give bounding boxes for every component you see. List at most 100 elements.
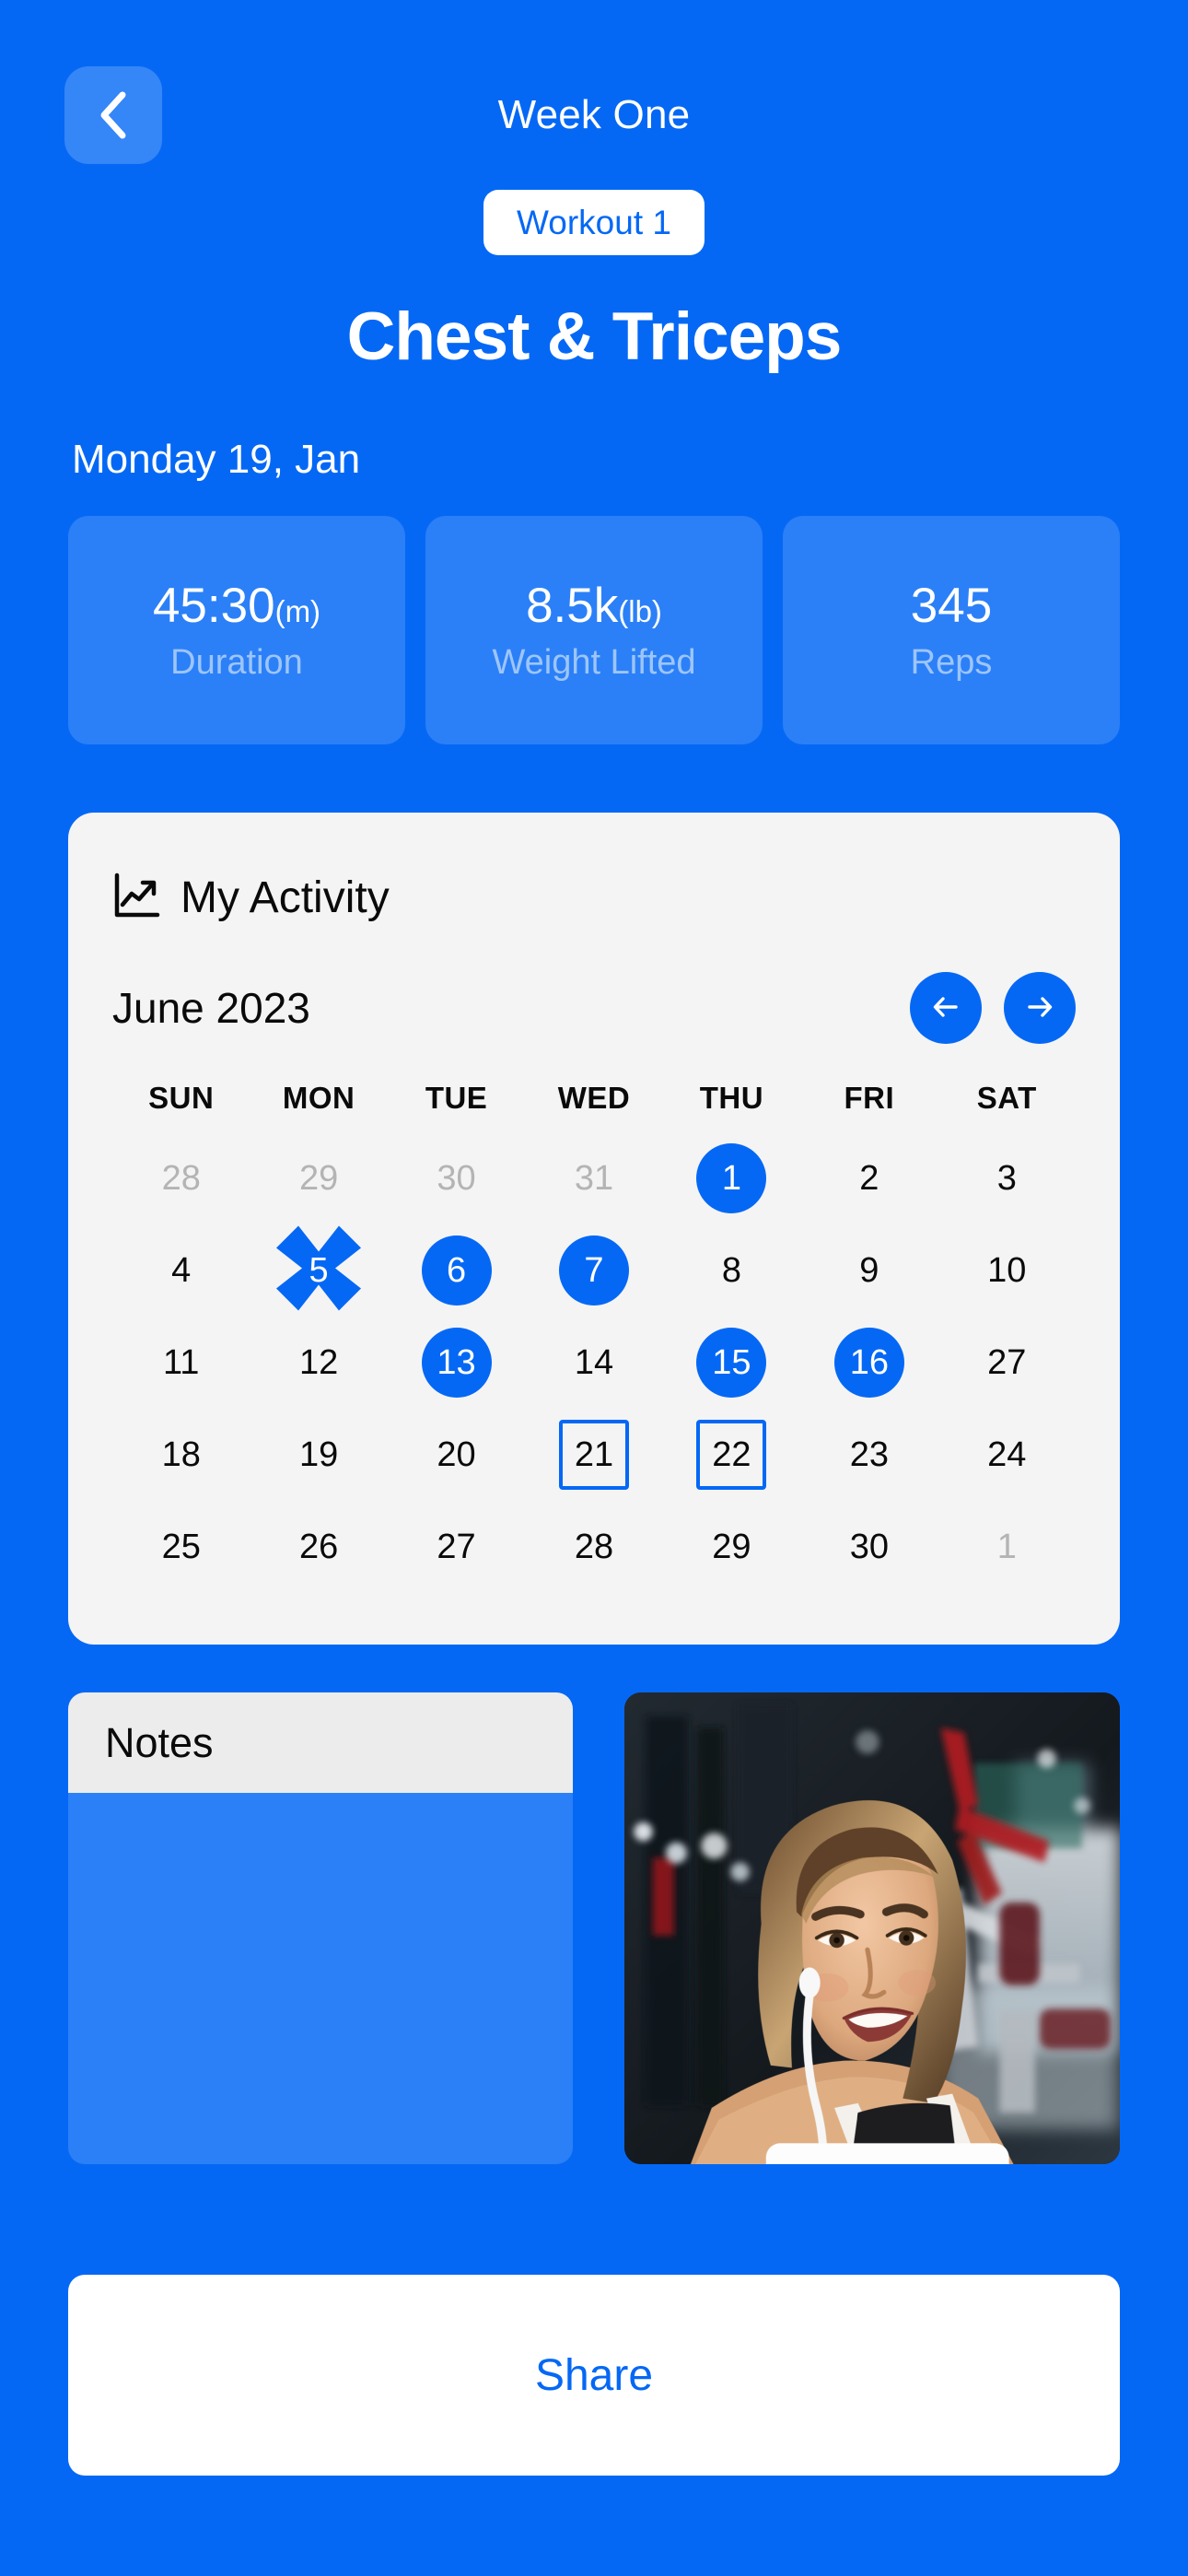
calendar-day-cell[interactable]: 18 (112, 1409, 250, 1501)
calendar-day-normal: 10 (987, 1250, 1027, 1290)
calendar-day-muted: 29 (298, 1158, 339, 1198)
calendar-weekday-header: MON (282, 1081, 355, 1115)
workout-photo[interactable] (624, 1692, 1120, 2165)
stat-card-weight-lifted: 8.5k(lb) Weight Lifted (425, 516, 763, 744)
calendar-day-cell[interactable]: 16 (800, 1317, 938, 1409)
calendar-day-normal: 28 (574, 1527, 614, 1566)
calendar-day-normal: 30 (849, 1527, 889, 1566)
notes-and-photo-row: Notes (0, 1692, 1188, 2165)
calendar-day-cell[interactable]: 22 (663, 1409, 800, 1501)
stat-value: 8.5k(lb) (526, 581, 662, 630)
calendar-day-outlined: 21 (558, 1420, 629, 1490)
calendar-day-cell[interactable]: 13 (388, 1317, 525, 1409)
activity-card: My Activity June 2023 SUN MON TUE WED TH… (68, 813, 1120, 1645)
calendar-day-cell[interactable]: 11 (112, 1317, 250, 1409)
calendar-day-cell[interactable]: 12 (250, 1317, 387, 1409)
share-button[interactable]: Share (68, 2275, 1120, 2476)
calendar-day-cell[interactable]: 8 (663, 1224, 800, 1317)
notes-body[interactable] (68, 1793, 573, 2164)
calendar-day-cell[interactable]: 29 (250, 1132, 387, 1224)
calendar-day-crossed: 5 (309, 1250, 329, 1290)
stat-value: 45:30(m) (153, 581, 320, 630)
calendar-day-cell[interactable]: 15 (663, 1317, 800, 1409)
calendar-day-cell[interactable]: 31 (525, 1132, 662, 1224)
calendar-weekday-header: FRI (844, 1081, 895, 1115)
month-navigation-row: June 2023 (112, 972, 1076, 1044)
stat-label: Weight Lifted (492, 642, 696, 682)
calendar-day-normal: 23 (849, 1434, 889, 1474)
calendar-weekday-header: TUE (425, 1081, 488, 1115)
stat-value: 345 (911, 581, 992, 630)
share-section: Share (0, 2275, 1188, 2476)
trending-up-chart-icon (112, 872, 160, 924)
calendar-day-normal: 8 (721, 1250, 741, 1290)
calendar-day-cell[interactable]: 23 (800, 1409, 938, 1501)
stat-label: Duration (170, 642, 303, 682)
calendar-day-cell[interactable]: 14 (525, 1317, 662, 1409)
calendar-day-filled: 16 (833, 1328, 904, 1398)
calendar-day-normal: 12 (298, 1342, 339, 1382)
calendar-day-cell[interactable]: 28 (525, 1501, 662, 1593)
calendar-day-normal: 19 (298, 1434, 339, 1474)
stat-unit: (m) (274, 593, 321, 628)
calendar-day-cell[interactable]: 21 (525, 1409, 662, 1501)
calendar-day-normal: 24 (987, 1434, 1027, 1474)
stat-card-duration: 45:30(m) Duration (68, 516, 405, 744)
calendar-day-filled: 7 (558, 1235, 629, 1306)
calendar-day-normal: 4 (171, 1250, 192, 1290)
workout-badge-row: Workout 1 (0, 190, 1188, 255)
calendar-day-cell[interactable]: 9 (800, 1224, 938, 1317)
notes-card[interactable]: Notes (68, 1692, 573, 2165)
calendar-day-cell[interactable]: 1 (938, 1501, 1076, 1593)
stat-number: 345 (910, 578, 993, 633)
month-label: June 2023 (112, 984, 310, 1032)
calendar-day-cell[interactable]: 29 (663, 1501, 800, 1593)
calendar-day-cell[interactable]: 24 (938, 1409, 1076, 1501)
workout-title: Chest & Triceps (346, 299, 843, 374)
calendar-day-normal: 20 (437, 1434, 476, 1474)
calendar-day-normal: 14 (574, 1342, 614, 1382)
workout-badge[interactable]: Workout 1 (483, 190, 705, 255)
stat-number: 8.5k (526, 578, 619, 633)
arrow-right-icon (1022, 989, 1057, 1027)
calendar-day-cell[interactable]: 3 (938, 1132, 1076, 1224)
calendar-day-cell[interactable]: 27 (388, 1501, 525, 1593)
calendar-day-normal: 25 (161, 1527, 201, 1566)
calendar-day-cell[interactable]: 6 (388, 1224, 525, 1317)
calendar-day-cell[interactable]: 30 (388, 1132, 525, 1224)
calendar-day-normal: 9 (859, 1250, 879, 1290)
calendar-day-filled: 15 (696, 1328, 767, 1398)
calendar-day-cell[interactable]: 1 (663, 1132, 800, 1224)
calendar-day-cell[interactable]: 25 (112, 1501, 250, 1593)
top-bar: Week One (0, 0, 1188, 184)
calendar-day-muted: 31 (574, 1158, 614, 1198)
arrow-left-icon (928, 989, 963, 1027)
notes-title: Notes (105, 1719, 214, 1766)
calendar-day-normal: 3 (996, 1158, 1017, 1198)
calendar-day-cell[interactable]: 28 (112, 1132, 250, 1224)
calendar-day-cell[interactable]: 5 (250, 1224, 387, 1317)
prev-month-button[interactable] (910, 972, 982, 1044)
calendar-day-cell[interactable]: 2 (800, 1132, 938, 1224)
calendar-day-muted: 28 (161, 1158, 201, 1198)
calendar-day-cell[interactable]: 20 (388, 1409, 525, 1501)
notes-card-header: Notes (68, 1692, 573, 1793)
activity-card-header: My Activity (112, 872, 1076, 924)
calendar-day-normal: 27 (987, 1342, 1027, 1382)
activity-title: My Activity (181, 872, 390, 922)
next-month-button[interactable] (1004, 972, 1076, 1044)
stat-card-reps: 345 Reps (783, 516, 1120, 744)
calendar-day-cell[interactable]: 4 (112, 1224, 250, 1317)
calendar-weekday-header: SAT (976, 1081, 1037, 1115)
calendar-day-cell[interactable]: 30 (800, 1501, 938, 1593)
calendar-day-normal: 27 (437, 1527, 476, 1566)
calendar-day-cell[interactable]: 10 (938, 1224, 1076, 1317)
stat-label: Reps (910, 642, 993, 682)
calendar-day-cell[interactable]: 27 (938, 1317, 1076, 1409)
gym-selfie-image (624, 1692, 1120, 2165)
calendar-day-cell[interactable]: 19 (250, 1409, 387, 1501)
stat-unit: (lb) (618, 593, 662, 628)
calendar-day-cell[interactable]: 26 (250, 1501, 387, 1593)
calendar-day-cell[interactable]: 7 (525, 1224, 662, 1317)
calendar-day-normal: 26 (298, 1527, 339, 1566)
